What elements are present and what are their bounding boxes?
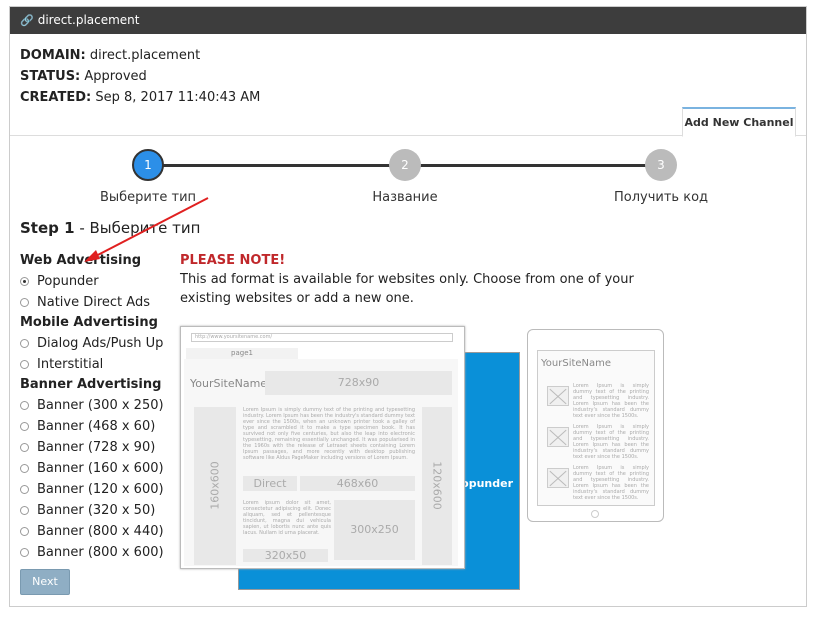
radio-icon[interactable]: [20, 443, 29, 452]
option-popunder[interactable]: Popunder: [20, 271, 164, 292]
mobile-home-button: [591, 510, 599, 518]
option-banner-300x250[interactable]: Banner (300 x 250): [20, 395, 164, 416]
group-web-advertising: Web Advertising: [20, 253, 142, 268]
option-interstitial[interactable]: Interstitial: [20, 354, 164, 375]
step-1-label: Выберите тип: [99, 190, 197, 205]
banner-120x600-label: 120x600: [430, 461, 444, 510]
mobile-preview: YourSiteName Lorem Ipsum is simply dummy…: [527, 329, 664, 522]
option-banner-120x600[interactable]: Banner (120 x 600): [20, 479, 164, 500]
option-dialog-ads[interactable]: Dialog Ads/Push Up: [20, 333, 164, 354]
banner-728x90: 728x90: [265, 371, 452, 395]
step-3-circle[interactable]: 3: [645, 149, 677, 181]
option-banner-800x440[interactable]: Banner (800 x 440): [20, 521, 164, 542]
mobile-lorem: Lorem Ipsum is simply dummy text of the …: [573, 383, 649, 419]
banner-120x600: 120x600: [422, 407, 452, 565]
radio-icon[interactable]: [20, 506, 29, 515]
please-note: PLEASE NOTE! This ad format is available…: [180, 251, 660, 308]
mobile-lorem: Lorem Ipsum is simply dummy text of the …: [573, 424, 649, 460]
direct-block: Direct: [243, 476, 297, 491]
image-placeholder-icon: [547, 386, 569, 406]
step-2-label: Название: [372, 190, 438, 205]
status-value: Approved: [84, 69, 147, 84]
radio-icon[interactable]: [20, 464, 29, 473]
option-label: Banner (120 x 600): [37, 482, 164, 497]
step-1-circle[interactable]: 1: [132, 149, 164, 181]
preview-lorem-text: Lorem ipsum dolor sit amet, consectetur …: [243, 500, 331, 536]
domain-label: DOMAIN:: [20, 48, 86, 63]
browser-preview: http://www.yoursitename.com/ page1 YourS…: [180, 326, 465, 569]
option-label: Banner (800 x 600): [37, 545, 164, 560]
radio-icon[interactable]: [20, 277, 29, 286]
mobile-screen: YourSiteName Lorem Ipsum is simply dummy…: [537, 350, 655, 506]
radio-icon[interactable]: [20, 298, 29, 307]
radio-icon[interactable]: [20, 401, 29, 410]
banner-160x600: 160x600: [194, 407, 236, 565]
radio-icon[interactable]: [20, 527, 29, 536]
domain-value: direct.placement: [89, 48, 201, 63]
banner-468x60: 468x60: [300, 476, 415, 491]
option-label: Banner (468 x 60): [37, 419, 156, 434]
wizard-stepper: 1 2 3 Выберите тип Название Получить код: [10, 147, 806, 217]
step-title: - Выберите тип: [74, 219, 201, 237]
created-value: Sep 8, 2017 11:40:43 AM: [95, 90, 261, 105]
option-native-direct-ads[interactable]: Native Direct Ads: [20, 292, 164, 313]
option-banner-320x50[interactable]: Banner (320 x 50): [20, 500, 164, 521]
domain-info: DOMAIN: direct.placement STATUS: Approve…: [20, 45, 260, 108]
preview-page: YourSiteName 728x90 160x600 120x600 Lore…: [184, 359, 458, 566]
option-label: Banner (300 x 250): [37, 398, 164, 413]
panel-title: direct.placement: [37, 13, 140, 27]
option-label: Native Direct Ads: [37, 295, 150, 310]
option-label: Dialog Ads/Push Up: [37, 336, 164, 351]
image-placeholder-icon: [547, 427, 569, 447]
banner-300x250: 300x250: [334, 500, 415, 560]
note-text: This ad format is available for websites…: [180, 272, 634, 306]
banner-320x50: 320x50: [243, 549, 328, 562]
option-label: Interstitial: [37, 357, 104, 372]
preview-tab: page1: [186, 348, 298, 359]
preview-url: http://www.yoursitename.com/: [191, 333, 453, 342]
preview-site-name: YourSiteName: [190, 377, 268, 390]
created-label: CREATED:: [20, 90, 92, 105]
radio-icon[interactable]: [20, 360, 29, 369]
option-label: Popunder: [37, 274, 99, 289]
preview-lorem-text: Lorem Ipsum is simply dummy text of the …: [243, 407, 415, 461]
step-number: Step 1: [20, 219, 75, 237]
mobile-lorem: Lorem Ipsum is simply dummy text of the …: [573, 465, 649, 501]
image-placeholder-icon: [547, 468, 569, 488]
step-2-circle[interactable]: 2: [389, 149, 421, 181]
option-label: Banner (160 x 600): [37, 461, 164, 476]
step-heading: Step 1 - Выберите тип: [20, 219, 200, 237]
ad-type-options: Web Advertising Popunder Native Direct A…: [20, 251, 164, 563]
option-label: Banner (320 x 50): [37, 503, 156, 518]
tab-add-new-channel[interactable]: Add New Channel: [682, 107, 796, 137]
group-mobile-advertising: Mobile Advertising: [20, 315, 158, 330]
stepper-line: [404, 164, 660, 167]
stepper-line: [148, 164, 404, 167]
link-icon: 🔗: [20, 14, 34, 27]
note-title: PLEASE NOTE!: [180, 253, 286, 268]
radio-icon[interactable]: [20, 548, 29, 557]
radio-icon[interactable]: [20, 339, 29, 348]
option-banner-160x600[interactable]: Banner (160 x 600): [20, 458, 164, 479]
option-banner-728x90[interactable]: Banner (728 x 90): [20, 437, 164, 458]
mobile-site-name: YourSiteName: [541, 358, 612, 369]
panel-titlebar: 🔗 direct.placement: [10, 7, 806, 34]
option-label: Banner (800 x 440): [37, 524, 164, 539]
radio-icon[interactable]: [20, 485, 29, 494]
status-label: STATUS:: [20, 69, 81, 84]
option-banner-468x60[interactable]: Banner (468 x 60): [20, 416, 164, 437]
banner-160x600-label: 160x600: [208, 461, 222, 510]
channel-panel: 🔗 direct.placement DOMAIN: direct.placeme…: [9, 6, 807, 607]
option-label: Banner (728 x 90): [37, 440, 156, 455]
group-banner-advertising: Banner Advertising: [20, 377, 162, 392]
option-banner-800x600[interactable]: Banner (800 x 600): [20, 542, 164, 563]
next-button[interactable]: Next: [20, 569, 70, 595]
step-3-label: Получить код: [613, 190, 709, 205]
radio-icon[interactable]: [20, 422, 29, 431]
